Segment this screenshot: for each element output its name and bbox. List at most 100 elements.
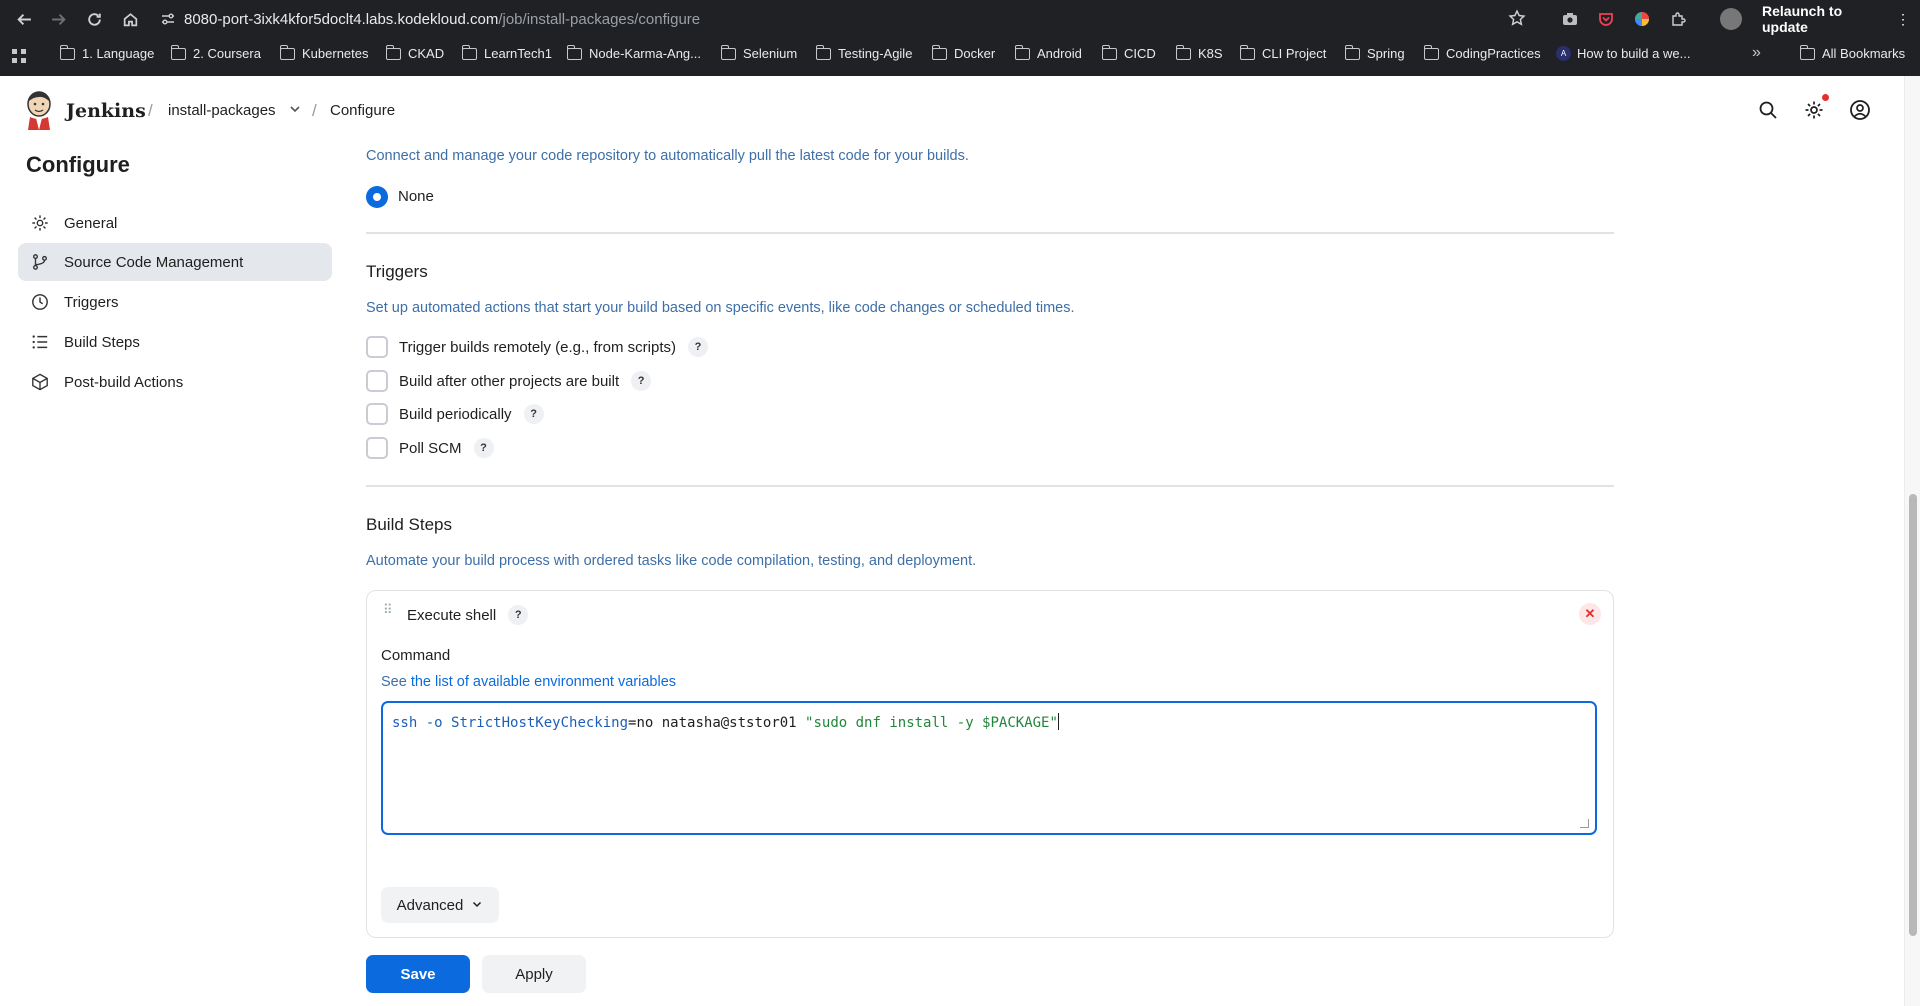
more-bookmarks-icon[interactable]: » [1752, 44, 1761, 62]
sidebar-item-triggers[interactable]: Triggers [18, 283, 332, 321]
sidebar-item-build-steps[interactable]: Build Steps [18, 323, 332, 361]
drag-handle-icon[interactable]: ⠿ [383, 603, 392, 616]
extensions-puzzle-icon[interactable] [1668, 9, 1688, 29]
bookmark-star-icon[interactable] [1508, 9, 1526, 32]
help-icon[interactable]: ? [473, 438, 494, 458]
folder-icon [1014, 44, 1030, 60]
user-account-icon[interactable] [1848, 98, 1872, 122]
browser-toolbar: 8080-port-3ixk4kfor5doclt4.labs.kodeklou… [0, 0, 1920, 38]
breadcrumb-separator: / [312, 101, 317, 120]
bookmark-label: CICD [1124, 46, 1156, 61]
folder-icon [1423, 44, 1439, 60]
bookmark-label: Android [1037, 46, 1082, 61]
breadcrumb-page: Configure [330, 102, 396, 119]
bookmark-item[interactable]: K8S [1175, 44, 1223, 61]
back-arrow-icon[interactable] [6, 0, 42, 38]
bookmark-item[interactable]: Android [1014, 44, 1082, 61]
folder-icon [385, 44, 401, 60]
breadcrumb-separator: / [148, 101, 153, 120]
bookmark-item[interactable]: CodingPractices [1423, 44, 1541, 61]
bookmark-item[interactable]: Kubernetes [279, 44, 369, 61]
resize-grip-icon[interactable] [1580, 819, 1589, 828]
bookmark-item[interactable]: Testing-Agile [815, 44, 912, 61]
folder-icon [1239, 44, 1255, 60]
sidebar-title: Configure [26, 152, 130, 177]
scm-none-radio[interactable] [366, 186, 388, 208]
bookmark-item[interactable]: CLI Project [1239, 44, 1327, 61]
scrollbar-thumb[interactable] [1909, 494, 1917, 936]
trigger-poll-scm-label[interactable]: Poll SCM [399, 440, 462, 457]
bookmark-label: Kubernetes [302, 46, 369, 61]
help-icon[interactable]: ? [631, 371, 652, 391]
scm-description: Connect and manage your code repository … [366, 148, 969, 164]
section-divider [366, 232, 1614, 234]
cmd-token: "sudo dnf install -y $PACKAGE" [805, 715, 1058, 731]
trigger-periodic-label[interactable]: Build periodically [399, 406, 512, 423]
color-picker-extension-icon[interactable] [1632, 9, 1652, 29]
page-scrollbar[interactable] [1904, 76, 1920, 1006]
help-icon[interactable]: ? [688, 337, 709, 357]
execute-shell-step: ⠿ Execute shell ? ✕ Command See the list… [366, 590, 1614, 938]
advanced-label: Advanced [396, 896, 464, 914]
help-icon[interactable]: ? [508, 605, 529, 625]
folder-icon [461, 44, 477, 60]
home-icon[interactable] [112, 0, 148, 38]
sidebar-item-general[interactable]: General [18, 204, 332, 242]
all-bookmarks-item[interactable]: All Bookmarks [1799, 44, 1905, 61]
bookmark-item[interactable]: Node-Karma-Ang... [566, 44, 701, 61]
forward-arrow-icon[interactable] [40, 0, 76, 38]
bookmark-item[interactable]: Spring [1344, 44, 1405, 61]
bookmark-item[interactable]: Selenium [720, 44, 797, 61]
more-vertical-icon: ⋮ [1896, 10, 1910, 27]
bookmark-item[interactable]: CKAD [385, 44, 444, 61]
folder-icon [279, 44, 295, 60]
site-settings-icon[interactable] [160, 11, 184, 27]
bookmark-label: How to build a we... [1577, 46, 1691, 61]
breadcrumb-job[interactable]: install-packages [168, 102, 276, 119]
trigger-poll-scm-checkbox[interactable] [366, 437, 388, 459]
search-icon[interactable] [1756, 98, 1780, 122]
address-bar[interactable]: 8080-port-3ixk4kfor5doclt4.labs.kodeklou… [160, 5, 1530, 33]
trigger-remote-checkbox[interactable] [366, 336, 388, 358]
bookmark-label: 2. Coursera [193, 46, 261, 61]
trigger-after-other-checkbox[interactable] [366, 370, 388, 392]
chevron-down-icon[interactable] [288, 102, 302, 121]
notification-dot [1822, 94, 1829, 101]
relaunch-button[interactable]: Relaunch to update ⋮ [1752, 3, 1920, 35]
cmd-token: ssh [392, 715, 418, 731]
app-name[interactable]: Jenkins [66, 100, 146, 122]
trigger-remote-label[interactable]: Trigger builds remotely (e.g., from scri… [399, 339, 676, 356]
bookmark-label: CLI Project [1262, 46, 1327, 61]
manage-gear-icon[interactable] [1802, 98, 1826, 122]
scm-none-label[interactable]: None [398, 188, 434, 205]
sidebar-item-post-build-actions[interactable]: Post-build Actions [18, 363, 332, 401]
sidebar-item-label: Source Code Management [64, 253, 244, 271]
bookmark-item[interactable]: CICD [1101, 44, 1156, 61]
profile-avatar-icon[interactable] [1720, 8, 1742, 30]
bookmark-item[interactable]: LearnTech1 [461, 44, 552, 61]
apps-grid-icon[interactable] [11, 48, 27, 69]
trigger-after-other-label[interactable]: Build after other projects are built [399, 373, 619, 390]
chevron-down-icon [471, 898, 483, 913]
pocket-extension-icon[interactable] [1596, 9, 1616, 29]
help-icon[interactable]: ? [523, 404, 544, 424]
bookmark-item[interactable]: A How to build a we... [1556, 46, 1690, 61]
site-favicon-icon: A [1556, 46, 1571, 61]
triggers-description: Set up automated actions that start your… [366, 300, 1075, 316]
folder-icon [720, 44, 736, 60]
env-vars-link[interactable]: the list of available environment variab… [411, 674, 676, 690]
build-steps-title: Build Steps [366, 515, 452, 534]
bookmark-item[interactable]: Docker [931, 44, 995, 61]
command-textarea[interactable]: ssh -o StrictHostKeyChecking=no natasha@… [381, 701, 1597, 835]
bookmark-item[interactable]: 1. Language [59, 44, 154, 61]
delete-step-close-icon[interactable]: ✕ [1579, 603, 1601, 625]
bookmark-item[interactable]: 2. Coursera [170, 44, 261, 61]
camera-extension-icon[interactable] [1560, 9, 1580, 29]
save-button[interactable]: Save [366, 955, 470, 993]
apply-button[interactable]: Apply [482, 955, 586, 993]
reload-icon[interactable] [76, 0, 112, 38]
sidebar-item-source-code-management[interactable]: Source Code Management [18, 243, 332, 281]
jenkins-logo-icon[interactable] [24, 90, 54, 130]
advanced-button[interactable]: Advanced [381, 887, 499, 923]
trigger-periodic-checkbox[interactable] [366, 403, 388, 425]
